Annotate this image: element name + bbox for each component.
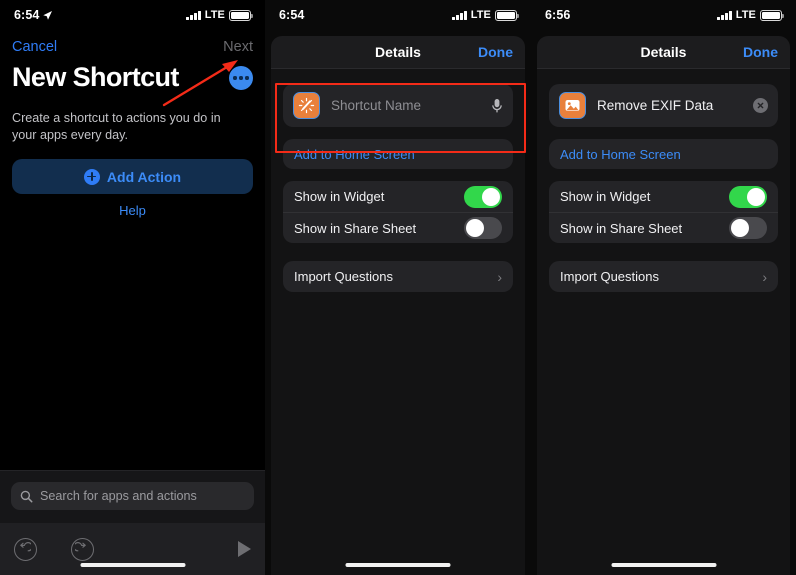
more-ellipsis-icon[interactable] [229, 66, 253, 90]
plus-icon [84, 169, 100, 185]
network-label: LTE [471, 9, 491, 21]
gap [283, 127, 513, 139]
import-questions-label: Import Questions [560, 269, 659, 284]
show-in-share-sheet-label: Show in Share Sheet [560, 221, 682, 236]
shortcut-name-row[interactable]: Shortcut Name [283, 84, 513, 127]
battery-icon [495, 10, 517, 21]
phone-panel-details-named: 6:56 LTE Details Done [531, 0, 796, 575]
shortcut-name-input[interactable]: Remove EXIF Data [597, 98, 742, 113]
shortcut-name-card: Remove EXIF Data [549, 84, 778, 127]
show-in-share-sheet-toggle[interactable] [729, 217, 767, 239]
screenshot-stage: 6:54 LTE Cancel Next New Shortcut Create… [0, 0, 796, 575]
undo-icon[interactable] [14, 538, 37, 561]
show-in-widget-label: Show in Widget [560, 189, 650, 204]
search-zone: Search for apps and actions [0, 470, 265, 523]
nav-bar-left: Cancel Next [0, 36, 265, 58]
status-right-group-middle: LTE [452, 9, 517, 21]
status-left-group: 6:54 [14, 8, 53, 22]
battery-icon [760, 10, 782, 21]
status-clock: 6:54 [14, 8, 39, 22]
show-in-widget-row[interactable]: Show in Widget [283, 181, 513, 212]
import-questions-row[interactable]: Import Questions › [283, 261, 513, 292]
done-button[interactable]: Done [743, 44, 778, 60]
show-in-share-sheet-row[interactable]: Show in Share Sheet [549, 212, 778, 243]
gap [283, 169, 513, 181]
chevron-right-icon: › [497, 269, 502, 285]
details-sheet-right: Details Done Remove EXIF Data [537, 36, 790, 575]
network-label: LTE [205, 9, 225, 21]
status-left-group-right: 6:56 [545, 8, 570, 22]
shortcut-name-row[interactable]: Remove EXIF Data [549, 84, 778, 127]
photo-shortcut-icon[interactable] [559, 92, 586, 119]
signal-bars-icon [717, 10, 732, 20]
search-placeholder: Search for apps and actions [40, 489, 197, 503]
visibility-toggles-card: Show in Widget Show in Share Sheet [283, 181, 513, 243]
status-bar-middle: 6:54 LTE [265, 0, 531, 30]
cancel-button[interactable]: Cancel [12, 39, 57, 55]
import-questions-card: Import Questions › [549, 261, 778, 292]
play-icon[interactable] [238, 541, 251, 557]
clear-circle-icon[interactable] [753, 98, 768, 113]
next-button[interactable]: Next [223, 39, 253, 55]
import-questions-label: Import Questions [294, 269, 393, 284]
gap [549, 169, 778, 181]
show-in-widget-toggle[interactable] [729, 186, 767, 208]
import-questions-card: Import Questions › [283, 261, 513, 292]
status-right-group: LTE [186, 9, 251, 21]
gap [283, 243, 513, 261]
home-indicator [611, 563, 716, 567]
status-bar-right: 6:56 LTE [531, 0, 796, 30]
battery-icon [229, 10, 251, 21]
status-bar-left: 6:54 LTE [0, 0, 265, 30]
sheet-body-middle: Shortcut Name Add to Home Screen [271, 69, 525, 575]
sheet-title: Details [375, 44, 421, 60]
show-in-widget-row[interactable]: Show in Widget [549, 181, 778, 212]
home-indicator [80, 563, 185, 567]
show-in-widget-toggle[interactable] [464, 186, 502, 208]
add-action-button[interactable]: Add Action [12, 159, 253, 194]
signal-bars-icon [452, 10, 467, 20]
editor-toolbar [0, 523, 265, 575]
add-to-home-screen-card: Add to Home Screen [549, 139, 778, 169]
sheet-title: Details [641, 44, 687, 60]
status-right-group-right: LTE [717, 9, 782, 21]
search-icon [20, 490, 33, 503]
add-to-home-screen-button[interactable]: Add to Home Screen [283, 139, 513, 169]
shortcut-name-card: Shortcut Name [283, 84, 513, 127]
status-clock: 6:56 [545, 8, 570, 22]
status-clock: 6:54 [279, 8, 304, 22]
home-indicator [346, 563, 451, 567]
show-in-share-sheet-row[interactable]: Show in Share Sheet [283, 212, 513, 243]
add-to-home-screen-button[interactable]: Add to Home Screen [549, 139, 778, 169]
shortcut-name-input[interactable]: Shortcut Name [331, 98, 480, 113]
network-label: LTE [736, 9, 756, 21]
page-title: New Shortcut [12, 62, 179, 93]
done-button[interactable]: Done [478, 44, 513, 60]
sheet-body-right: Remove EXIF Data Add to Home Screen [537, 69, 790, 575]
status-left-group-middle: 6:54 [279, 8, 304, 22]
sheet-header-right: Details Done [537, 36, 790, 69]
location-arrow-icon [42, 10, 53, 21]
gap [549, 127, 778, 139]
import-questions-row[interactable]: Import Questions › [549, 261, 778, 292]
search-input[interactable]: Search for apps and actions [11, 482, 254, 510]
gap [549, 243, 778, 261]
sparkle-shortcut-icon[interactable] [293, 92, 320, 119]
add-to-home-screen-card: Add to Home Screen [283, 139, 513, 169]
show-in-share-sheet-label: Show in Share Sheet [294, 221, 416, 236]
visibility-toggles-card: Show in Widget Show in Share Sheet [549, 181, 778, 243]
signal-bars-icon [186, 10, 201, 20]
page-subtitle: Create a shortcut to actions you do in y… [12, 110, 238, 144]
details-sheet-middle: Details Done [271, 36, 525, 575]
phone-panel-details-empty: 6:54 LTE Details Done [265, 0, 531, 575]
phone-panel-new-shortcut: 6:54 LTE Cancel Next New Shortcut Create… [0, 0, 265, 575]
add-action-label: Add Action [107, 169, 181, 185]
chevron-right-icon: › [762, 269, 767, 285]
microphone-icon[interactable] [491, 98, 503, 114]
show-in-share-sheet-toggle[interactable] [464, 217, 502, 239]
help-link[interactable]: Help [0, 203, 265, 218]
redo-icon[interactable] [71, 538, 94, 561]
show-in-widget-label: Show in Widget [294, 189, 384, 204]
sheet-header-middle: Details Done [271, 36, 525, 69]
